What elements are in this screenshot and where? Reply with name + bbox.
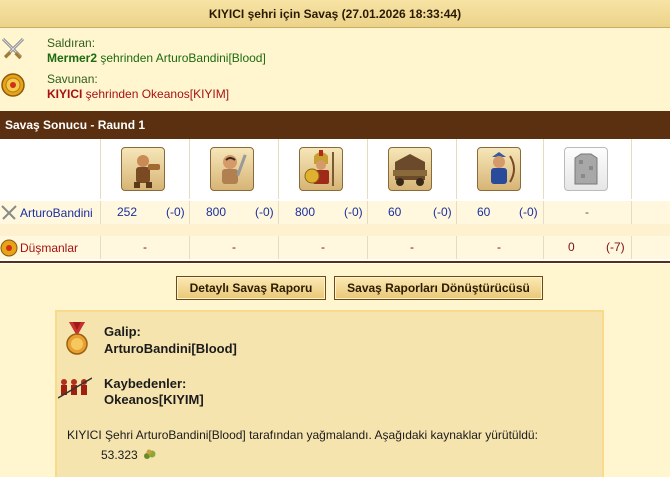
winner-title: Galip:	[104, 324, 141, 339]
unit-count-cell: -	[543, 201, 631, 224]
unit-count: -	[143, 240, 147, 254]
wall-icon[interactable]	[564, 147, 608, 191]
unit-count: 252	[117, 205, 138, 219]
unit-count-cell: 0 (-7)	[543, 236, 631, 259]
unit-count-cell: 252 (-0)	[100, 201, 189, 224]
defender-connector: şehrinden	[82, 87, 142, 101]
attacker-section: Saldıran: Mermer2 şehrinden ArturoBandin…	[0, 32, 670, 68]
brute-unit-icon[interactable]	[210, 147, 254, 191]
row-spacer	[0, 224, 670, 236]
unit-count-cell: -	[189, 236, 278, 259]
attacker-player-link[interactable]: ArturoBandini[Blood]	[156, 51, 266, 65]
unit-cell	[543, 139, 631, 199]
unit-cell	[631, 139, 670, 199]
unit-count: -	[232, 240, 236, 254]
attacker-units-row: ArturoBandini 252 (-0) 800 (-0) 800 (-0)…	[0, 201, 670, 224]
medal-icon	[63, 322, 91, 355]
attacker-connector: şehrinden	[97, 51, 156, 65]
losers-title: Kaybedenler:	[104, 376, 187, 391]
loser-name[interactable]: Okeanos[KIYIM]	[104, 392, 204, 407]
unit-count-cell: 60 (-0)	[367, 201, 456, 224]
unit-count-cell: -	[278, 236, 367, 259]
unit-loss: (-0)	[166, 205, 185, 219]
hoplite-unit-icon[interactable]	[299, 147, 343, 191]
unit-count-cell: 800 (-0)	[278, 201, 367, 224]
unit-count-cell: -	[367, 236, 456, 259]
unit-loss: (-0)	[255, 205, 274, 219]
defender-units-row: Düşmanlar - - - - - 0 (-7)	[0, 236, 670, 259]
attacker-label: Saldıran:	[47, 36, 96, 50]
unit-loss: (-7)	[606, 240, 625, 254]
battle-result-header: Savaş Sonucu - Raund 1	[0, 111, 670, 139]
attacker-row-name: ArturoBandini	[0, 201, 100, 224]
attacker-city-link[interactable]: Mermer2	[47, 51, 97, 65]
unit-loss: (-0)	[433, 205, 452, 219]
loot-description: KIYICI Şehri ArturoBandini[Blood] tarafı…	[67, 428, 538, 442]
archer-unit-icon[interactable]	[477, 147, 521, 191]
unit-cell	[456, 139, 543, 199]
loot-amount-value: 53.323	[101, 448, 138, 462]
unit-cell	[278, 139, 367, 199]
attacker-info: Mermer2 şehrinden ArturoBandini[Blood]	[47, 51, 266, 65]
loot-amount: 53.323	[101, 448, 157, 462]
defender-section: Savunan: KIYICI şehrinden Okeanos[KIYIM]	[0, 68, 670, 104]
unit-count: 60	[388, 205, 402, 219]
unit-count: 0	[568, 240, 575, 254]
unit-count: -	[585, 205, 589, 219]
unit-count: -	[321, 240, 325, 254]
report-converter-button[interactable]: Savaş Raporları Dönüştürücüsü	[334, 276, 543, 300]
unit-icons-row	[0, 139, 670, 199]
unit-cell	[100, 139, 189, 199]
defender-row-label: Düşmanlar	[20, 240, 79, 255]
unit-count-cell	[631, 201, 670, 224]
crossed-swords-icon	[1, 204, 17, 220]
unit-count-cell: 60 (-0)	[456, 201, 543, 224]
unit-count: 800	[206, 205, 227, 219]
resources-icon	[144, 449, 156, 459]
unit-cell	[189, 139, 278, 199]
attacker-row-player[interactable]: ArturoBandini	[20, 206, 93, 220]
defender-player-link[interactable]: Okeanos[KIYIM]	[142, 87, 229, 101]
unit-count: 800	[295, 205, 316, 219]
defender-label: Savunan:	[47, 72, 98, 86]
ram-unit-icon[interactable]	[388, 147, 432, 191]
report-buttons: Detaylı Savaş Raporu Savaş Raporları Dön…	[0, 276, 670, 302]
winner-name[interactable]: ArturoBandini[Blood]	[104, 341, 237, 356]
table-bottom-border	[0, 261, 670, 263]
unit-count: -	[497, 240, 501, 254]
detailed-report-button[interactable]: Detaylı Savaş Raporu	[176, 276, 326, 300]
unit-count-cell: -	[456, 236, 543, 259]
unit-cell	[367, 139, 456, 199]
defender-row-name: Düşmanlar	[0, 236, 100, 259]
battle-units-table: ArturoBandini 252 (-0) 800 (-0) 800 (-0)…	[0, 139, 670, 264]
shield-icon	[0, 72, 26, 98]
slinger-unit-icon[interactable]	[121, 147, 165, 191]
unit-loss: (-0)	[344, 205, 363, 219]
unit-count-cell: 800 (-0)	[189, 201, 278, 224]
fallen-soldiers-icon	[57, 376, 93, 406]
unit-loss: (-0)	[519, 205, 538, 219]
shield-icon	[0, 239, 18, 256]
battle-outcome-box: Galip: ArturoBandini[Blood] Kaybedenler:…	[55, 310, 604, 477]
crossed-swords-icon	[0, 36, 26, 62]
unit-count-cell	[631, 236, 670, 259]
unit-count: 60	[477, 205, 491, 219]
unit-count-cell: -	[100, 236, 189, 259]
defender-info: KIYICI şehrinden Okeanos[KIYIM]	[47, 87, 229, 101]
battle-report-title: KIYICI şehri için Savaş (27.01.2026 18:3…	[0, 0, 670, 28]
defender-city-link[interactable]: KIYICI	[47, 87, 82, 101]
unit-count: -	[410, 240, 414, 254]
